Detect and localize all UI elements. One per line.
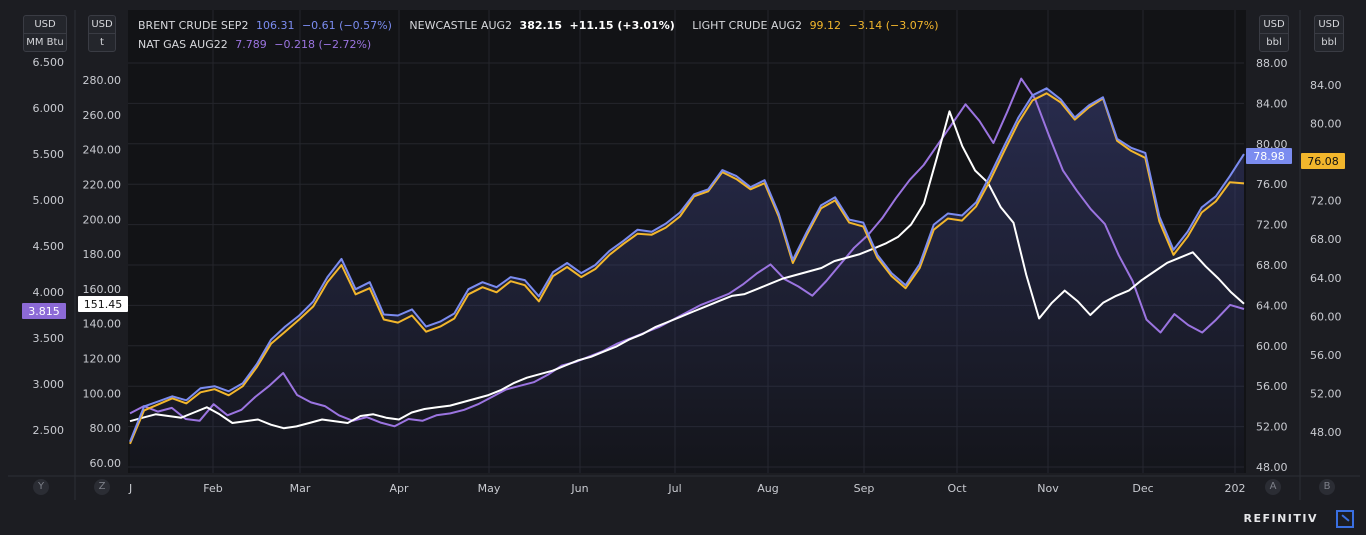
- x-tick-label: Jul: [667, 482, 681, 495]
- y-tick-label-y-left: 180.00: [83, 248, 122, 261]
- legend-brent[interactable]: BRENT CRUDE SEP2 106.31 −0.61 (−0.57%): [138, 19, 395, 32]
- y-tick-label-y-left: 60.00: [90, 457, 122, 470]
- legend-light-crude-change: −3.14 (−3.07%): [848, 19, 939, 32]
- x-tick-label: Apr: [389, 482, 409, 495]
- unit-box-far-right[interactable]: USD bbl: [1314, 15, 1344, 52]
- unit-currency: USD: [1260, 16, 1288, 34]
- x-tick-label: Nov: [1037, 482, 1059, 495]
- y-tick-label-y-far-left: 6.500: [33, 56, 65, 69]
- y-tick-label-y-left: 240.00: [83, 144, 122, 157]
- y-tick-label-y-far-right: 60.00: [1310, 310, 1342, 323]
- y-tick-label-y-far-left: 4.000: [33, 286, 65, 299]
- y-tick-label-y-far-right: 56.00: [1310, 349, 1342, 362]
- x-tick-label: Jun: [570, 482, 588, 495]
- y-tick-label-y-right: 68.00: [1256, 259, 1288, 272]
- unit-currency: USD: [1315, 16, 1343, 34]
- legend-light-crude-name: LIGHT CRUDE AUG2: [692, 19, 803, 32]
- y-tick-label-y-left: 80.00: [90, 422, 122, 435]
- legend-newcastle-change: +11.15 (+3.01%): [569, 19, 675, 32]
- y-tick-label-y-right: 60.00: [1256, 340, 1288, 353]
- badge-newcastle: 151.45: [84, 298, 123, 311]
- x-tick-label: Oct: [947, 482, 967, 495]
- legend-light-crude[interactable]: LIGHT CRUDE AUG2 99.12 −3.14 (−3.07%): [692, 19, 938, 32]
- y-tick-label-y-far-left: 4.500: [33, 240, 65, 253]
- unit-measure: bbl: [1266, 37, 1282, 48]
- y-tick-label-y-far-left: 3.500: [33, 332, 65, 345]
- y-tick-label-y-right: 64.00: [1256, 299, 1288, 312]
- unit-currency: USD: [89, 16, 115, 34]
- legend-nat-gas-name: NAT GAS AUG22: [138, 38, 228, 51]
- y-tick-label-y-right: 76.00: [1256, 178, 1288, 191]
- x-tick-label: 202: [1225, 482, 1246, 495]
- badge-light-crude: 76.08: [1307, 155, 1339, 168]
- legend-nat-gas[interactable]: NAT GAS AUG22 7.789 −0.218 (−2.72%): [138, 38, 371, 51]
- y-tick-label-y-left: 120.00: [83, 353, 122, 366]
- x-tick-label: May: [478, 482, 501, 495]
- legend-brent-name: BRENT CRUDE SEP2: [138, 19, 249, 32]
- y-tick-label-y-right: 48.00: [1256, 461, 1288, 474]
- y-tick-label-y-far-left: 2.500: [33, 424, 65, 437]
- unit-box-left[interactable]: USD t: [88, 15, 116, 52]
- y-tick-label-y-left: 280.00: [83, 74, 122, 87]
- legend-nat-gas-last: 7.789: [235, 38, 267, 51]
- y-tick-label-y-left: 260.00: [83, 109, 122, 122]
- y-tick-label-y-left: 100.00: [83, 387, 122, 400]
- legend-brent-change: −0.61 (−0.57%): [301, 19, 392, 32]
- y-tick-label-y-left: 200.00: [83, 213, 122, 226]
- legend-newcastle-last: 382.15: [519, 19, 562, 32]
- y-tick-label-y-far-left: 5.000: [33, 194, 65, 207]
- y-tick-label-y-far-right: 72.00: [1310, 195, 1342, 208]
- unit-box-right[interactable]: USD bbl: [1259, 15, 1289, 52]
- y-tick-label-y-far-right: 64.00: [1310, 272, 1342, 285]
- legend-light-crude-last: 99.12: [809, 19, 842, 32]
- unit-box-far-left[interactable]: USD MM Btu: [23, 15, 67, 52]
- unit-measure: bbl: [1321, 37, 1337, 48]
- x-tick-label: Feb: [203, 482, 222, 495]
- badge-nat-gas: 3.815: [28, 305, 60, 318]
- y-tick-label-y-left: 140.00: [83, 318, 122, 331]
- unit-currency: USD: [24, 16, 66, 34]
- axis-b-button[interactable]: B: [1319, 479, 1335, 495]
- chart-legend: BRENT CRUDE SEP2 106.31 −0.61 (−0.57%) N…: [138, 16, 953, 54]
- x-tick-label: Dec: [1132, 482, 1153, 495]
- y-tick-label-y-far-right: 80.00: [1310, 118, 1342, 131]
- y-tick-label-y-left: 160.00: [83, 283, 122, 296]
- brand-label: REFINITIV: [1243, 512, 1318, 525]
- x-tick-label: Sep: [854, 482, 875, 495]
- x-tick-label-start: J: [128, 482, 132, 495]
- y-tick-label-y-far-left: 3.000: [33, 378, 65, 391]
- x-tick-label: Aug: [757, 482, 778, 495]
- refinitiv-logo-icon: [1336, 510, 1354, 528]
- badge-brent: 78.98: [1253, 150, 1285, 163]
- y-tick-label-y-right: 72.00: [1256, 219, 1288, 232]
- y-tick-label-y-far-left: 5.500: [33, 148, 65, 161]
- legend-brent-last: 106.31: [255, 19, 295, 32]
- legend-row-1: BRENT CRUDE SEP2 106.31 −0.61 (−0.57%) N…: [138, 16, 953, 35]
- legend-row-2: NAT GAS AUG22 7.789 −0.218 (−2.72%): [138, 35, 953, 54]
- y-tick-label-y-right: 52.00: [1256, 421, 1288, 434]
- chart-canvas: Feb Mar Apr May Jun Jul Aug Sep Oct Nov Dec 202 J 6.5…: [0, 0, 1366, 531]
- y-tick-label-y-far-right: 84.00: [1310, 79, 1342, 92]
- axis-y-button[interactable]: Y: [33, 479, 49, 495]
- legend-newcastle[interactable]: NEWCASTLE AUG2 382.15 +11.15 (+3.01%): [409, 19, 678, 32]
- y-tick-label-y-right: 84.00: [1256, 97, 1288, 110]
- y-tick-label-y-far-left: 6.000: [33, 102, 65, 115]
- y-tick-label-y-far-right: 68.00: [1310, 233, 1342, 246]
- y-tick-label-y-far-right: 48.00: [1310, 426, 1342, 439]
- axis-z-button[interactable]: Z: [94, 479, 110, 495]
- unit-measure: t: [100, 37, 104, 48]
- legend-newcastle-name: NEWCASTLE AUG2: [409, 19, 513, 32]
- y-tick-label-y-left: 220.00: [83, 178, 122, 191]
- unit-measure: MM Btu: [26, 37, 64, 48]
- x-tick-label: Mar: [290, 482, 311, 495]
- axis-a-button[interactable]: A: [1265, 479, 1281, 495]
- y-tick-label-y-far-right: 52.00: [1310, 387, 1342, 400]
- legend-nat-gas-change: −0.218 (−2.72%): [274, 38, 372, 51]
- chart-container: Feb Mar Apr May Jun Jul Aug Sep Oct Nov Dec 202 J 6.5…: [0, 0, 1366, 531]
- y-tick-label-y-right: 88.00: [1256, 57, 1288, 70]
- y-tick-label-y-right: 56.00: [1256, 380, 1288, 393]
